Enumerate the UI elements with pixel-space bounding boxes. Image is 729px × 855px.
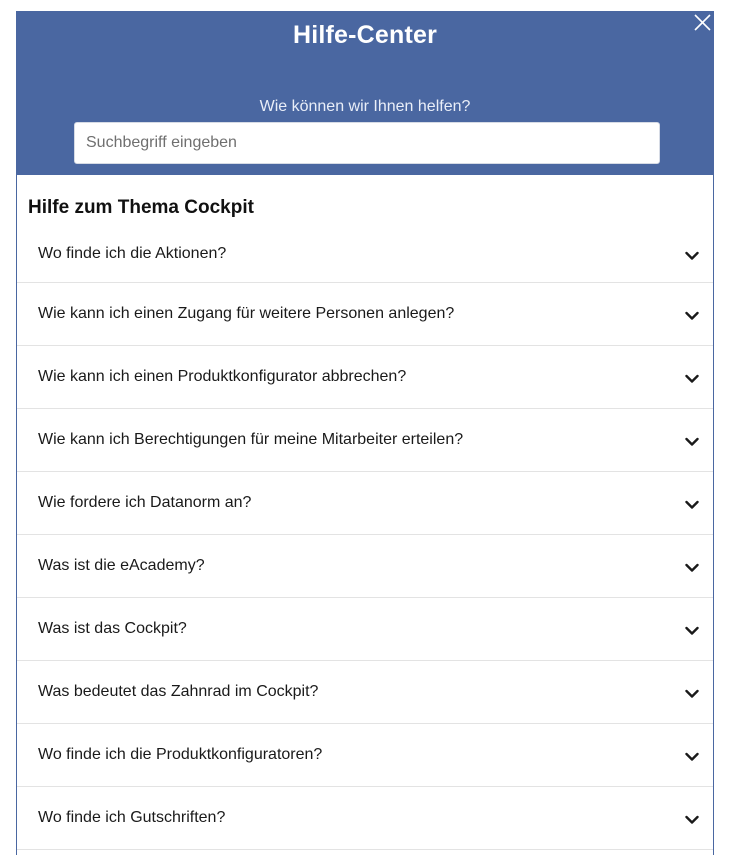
chevron-down-icon[interactable]: [685, 815, 699, 825]
faq-item[interactable]: Wie kann ich Berechtigungen für meine Mi…: [17, 409, 713, 472]
faq-question[interactable]: Was bedeutet das Zahnrad im Cockpit?: [38, 683, 318, 701]
faq-question[interactable]: Wie kann ich Berechtigungen für meine Mi…: [38, 431, 463, 449]
faq-list: Wo finde ich die Aktionen? Wie kann ich e…: [17, 225, 713, 850]
search-prompt: Wie können wir Ihnen helfen?: [259, 98, 471, 115]
chevron-down-icon[interactable]: [685, 437, 699, 447]
chevron-down-icon[interactable]: [685, 752, 699, 762]
faq-item[interactable]: Wo finde ich die Aktionen?: [17, 225, 713, 283]
search-box: [74, 122, 660, 164]
faq-question[interactable]: Was ist die eAcademy?: [38, 557, 205, 575]
faq-question[interactable]: Wo finde ich Gutschriften?: [38, 809, 225, 827]
faq-item[interactable]: Wo finde ich die Produktkonfiguratoren?: [17, 724, 713, 787]
chevron-down-icon[interactable]: [685, 689, 699, 699]
page-title: Hilfe-Center: [292, 21, 438, 49]
faq-question[interactable]: Was ist das Cockpit?: [38, 620, 187, 638]
faq-question[interactable]: Wo finde ich die Produktkonfiguratoren?: [38, 746, 322, 764]
chevron-down-icon[interactable]: [685, 626, 699, 636]
faq-item[interactable]: Wie kann ich einen Zugang für weitere Pe…: [17, 283, 713, 346]
faq-question[interactable]: Wo finde ich die Aktionen?: [38, 245, 226, 263]
chevron-down-icon[interactable]: [685, 374, 699, 384]
faq-item[interactable]: Wie kann ich einen Produktkonfigurator a…: [17, 346, 713, 409]
faq-item[interactable]: Was ist das Cockpit?: [17, 598, 713, 661]
section-title: Hilfe zum Thema Cockpit: [28, 197, 254, 218]
chevron-down-icon[interactable]: [685, 311, 699, 321]
faq-question[interactable]: Wie kann ich einen Zugang für weitere Pe…: [38, 305, 454, 323]
faq-question[interactable]: Wie kann ich einen Produktkonfigurator a…: [38, 368, 406, 386]
faq-item[interactable]: Wo finde ich Gutschriften?: [17, 787, 713, 850]
chevron-down-icon[interactable]: [685, 500, 699, 510]
help-center-header: Hilfe-Center Wie können wir Ihnen helfen…: [17, 11, 713, 175]
faq-question[interactable]: Wie fordere ich Datanorm an?: [38, 494, 251, 512]
faq-item[interactable]: Wie fordere ich Datanorm an?: [17, 472, 713, 535]
faq-item[interactable]: Was bedeutet das Zahnrad im Cockpit?: [17, 661, 713, 724]
chevron-down-icon[interactable]: [685, 251, 699, 261]
search-input[interactable]: [74, 122, 660, 164]
faq-item[interactable]: Was ist die eAcademy?: [17, 535, 713, 598]
chevron-down-icon[interactable]: [685, 563, 699, 573]
help-center-panel: Hilfe-Center Wie können wir Ihnen helfen…: [16, 11, 714, 855]
